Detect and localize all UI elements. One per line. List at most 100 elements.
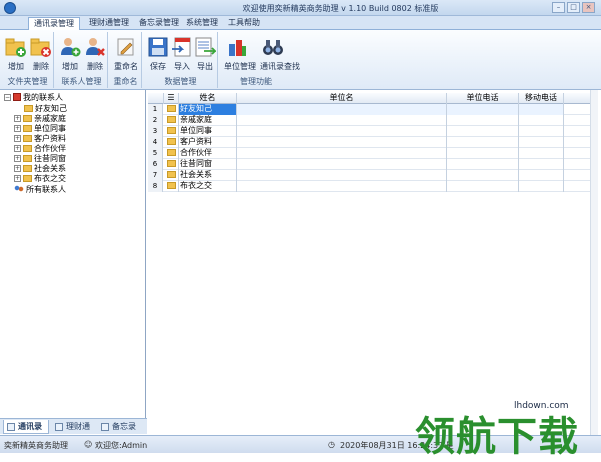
tree-item-common[interactable]: + 布衣之交 [14, 174, 66, 184]
table-row[interactable]: 3 单位同事 [148, 126, 598, 137]
column-mobile[interactable]: 移动电话 [519, 93, 564, 104]
row-company[interactable] [237, 181, 447, 192]
folder-icon [167, 160, 176, 167]
tree-item-partners[interactable]: + 合作伙伴 [14, 144, 66, 154]
tree-item-label: 亲戚家庭 [34, 114, 66, 123]
row-folder-cell [164, 181, 179, 192]
column-menu-icon[interactable]: ☰ [164, 93, 179, 104]
expand-icon[interactable]: + [14, 135, 21, 142]
save-icon [147, 36, 169, 58]
tree-item-label: 所有联系人 [26, 185, 66, 194]
row-number: 3 [148, 126, 163, 137]
row-mobile[interactable] [519, 104, 564, 115]
tab-system[interactable]: 系统管理 [184, 17, 220, 30]
row-company[interactable] [237, 148, 447, 159]
minimize-icon[interactable]: – [552, 2, 565, 13]
tree-item-label: 客户资料 [34, 134, 66, 143]
tree-item-social[interactable]: + 社会关系 [14, 164, 66, 174]
row-office-phone[interactable] [447, 115, 519, 126]
expand-icon[interactable]: + [14, 165, 21, 172]
row-office-phone[interactable] [447, 104, 519, 115]
row-company[interactable] [237, 159, 447, 170]
column-name[interactable]: 姓名 [179, 93, 237, 104]
row-office-phone[interactable] [447, 181, 519, 192]
folder-icon [23, 165, 32, 172]
folder-icon [167, 171, 176, 178]
tree-item-family[interactable]: + 亲戚家庭 [14, 114, 66, 124]
tab-memo[interactable]: 备忘录管理 [136, 17, 182, 30]
row-office-phone[interactable] [447, 148, 519, 159]
row-name: 社会关系 [179, 170, 237, 181]
tree-item-friends[interactable]: 好友知己 [24, 104, 67, 114]
expand-icon[interactable]: + [14, 145, 21, 152]
export-label: 导出 [197, 62, 213, 71]
table-row[interactable]: 8 布衣之交 [148, 181, 598, 192]
address-book-tab-icon [7, 423, 15, 431]
expand-icon[interactable]: + [14, 125, 21, 132]
table-row[interactable]: 2 亲戚家庭 [148, 115, 598, 126]
row-folder-cell [164, 170, 179, 181]
maximize-icon[interactable]: □ [567, 2, 580, 13]
contact-delete-button[interactable]: 删除 [82, 36, 108, 72]
contact-search-button[interactable]: 通讯录查找 [260, 36, 300, 72]
tab-contacts[interactable]: 通讯录管理 [28, 17, 80, 30]
vertical-scrollbar[interactable] [590, 90, 598, 435]
watermark-logo: 领航下载 [415, 414, 579, 460]
row-mobile[interactable] [519, 137, 564, 148]
row-folder-cell [164, 126, 179, 137]
row-company[interactable] [237, 126, 447, 137]
row-mobile[interactable] [519, 126, 564, 137]
tab-address-book[interactable]: 通讯录 [3, 420, 49, 434]
tab-memo-bottom[interactable]: 备忘录 [98, 420, 144, 434]
contact-grid: ☰ 姓名 单位名 单位电话 移动电话 1 好友知己 2 亲戚家庭 3 单位同事 … [148, 90, 598, 435]
row-office-phone[interactable] [447, 170, 519, 181]
table-row[interactable]: 6 往昔同窗 [148, 159, 598, 170]
tree-item-colleagues[interactable]: + 单位同事 [14, 124, 66, 134]
expand-icon[interactable]: + [14, 175, 21, 182]
tab-finance-label: 理财通 [66, 422, 90, 431]
rename-label: 重命名 [114, 62, 138, 71]
contact-add-button[interactable]: 增加 [57, 36, 83, 72]
tab-help[interactable]: 工具帮助 [226, 17, 262, 30]
row-mobile[interactable] [519, 115, 564, 126]
row-mobile[interactable] [519, 181, 564, 192]
collapse-icon[interactable]: − [4, 94, 11, 101]
row-mobile[interactable] [519, 170, 564, 181]
row-office-phone[interactable] [447, 159, 519, 170]
folder-icon [167, 182, 176, 189]
row-mobile[interactable] [519, 148, 564, 159]
row-company[interactable] [237, 115, 447, 126]
tree-item-all[interactable]: 所有联系人 [14, 185, 66, 195]
table-row[interactable]: 4 客户资料 [148, 137, 598, 148]
tree-item-customers[interactable]: + 客户资料 [14, 134, 66, 144]
folder-delete-button[interactable]: 删除 [28, 36, 54, 72]
column-office-phone[interactable]: 单位电话 [447, 93, 519, 104]
table-row[interactable]: 5 合作伙伴 [148, 148, 598, 159]
table-row[interactable]: 1 好友知己 [148, 104, 598, 115]
row-office-phone[interactable] [447, 126, 519, 137]
row-company[interactable] [237, 104, 447, 115]
close-icon[interactable]: × [582, 2, 595, 13]
folder-icon [167, 105, 176, 112]
rename-button[interactable]: 重命名 [113, 36, 139, 72]
tab-finance-bottom[interactable]: 理财通 [52, 420, 98, 434]
expand-icon[interactable]: + [14, 115, 21, 122]
row-mobile[interactable] [519, 159, 564, 170]
expand-icon[interactable]: + [14, 155, 21, 162]
tree-item-label: 单位同事 [34, 124, 66, 133]
folder-add-button[interactable]: 增加 [3, 36, 29, 72]
tab-finance[interactable]: 理财通管理 [86, 17, 132, 30]
row-office-phone[interactable] [447, 137, 519, 148]
table-row[interactable]: 7 社会关系 [148, 170, 598, 181]
row-company[interactable] [237, 137, 447, 148]
folder-delete-label: 删除 [33, 62, 49, 71]
tree-item-classmates[interactable]: + 往昔同窗 [14, 154, 66, 164]
import-icon [171, 36, 193, 58]
unit-manage-button[interactable]: 单位管理 [224, 36, 256, 72]
tree-root[interactable]: − 我的联系人 [4, 93, 63, 103]
column-company[interactable]: 单位名 [237, 93, 447, 104]
export-button[interactable]: 导出 [192, 36, 218, 72]
folder-add-icon [5, 36, 27, 58]
save-button[interactable]: 保存 [145, 36, 171, 72]
row-company[interactable] [237, 170, 447, 181]
